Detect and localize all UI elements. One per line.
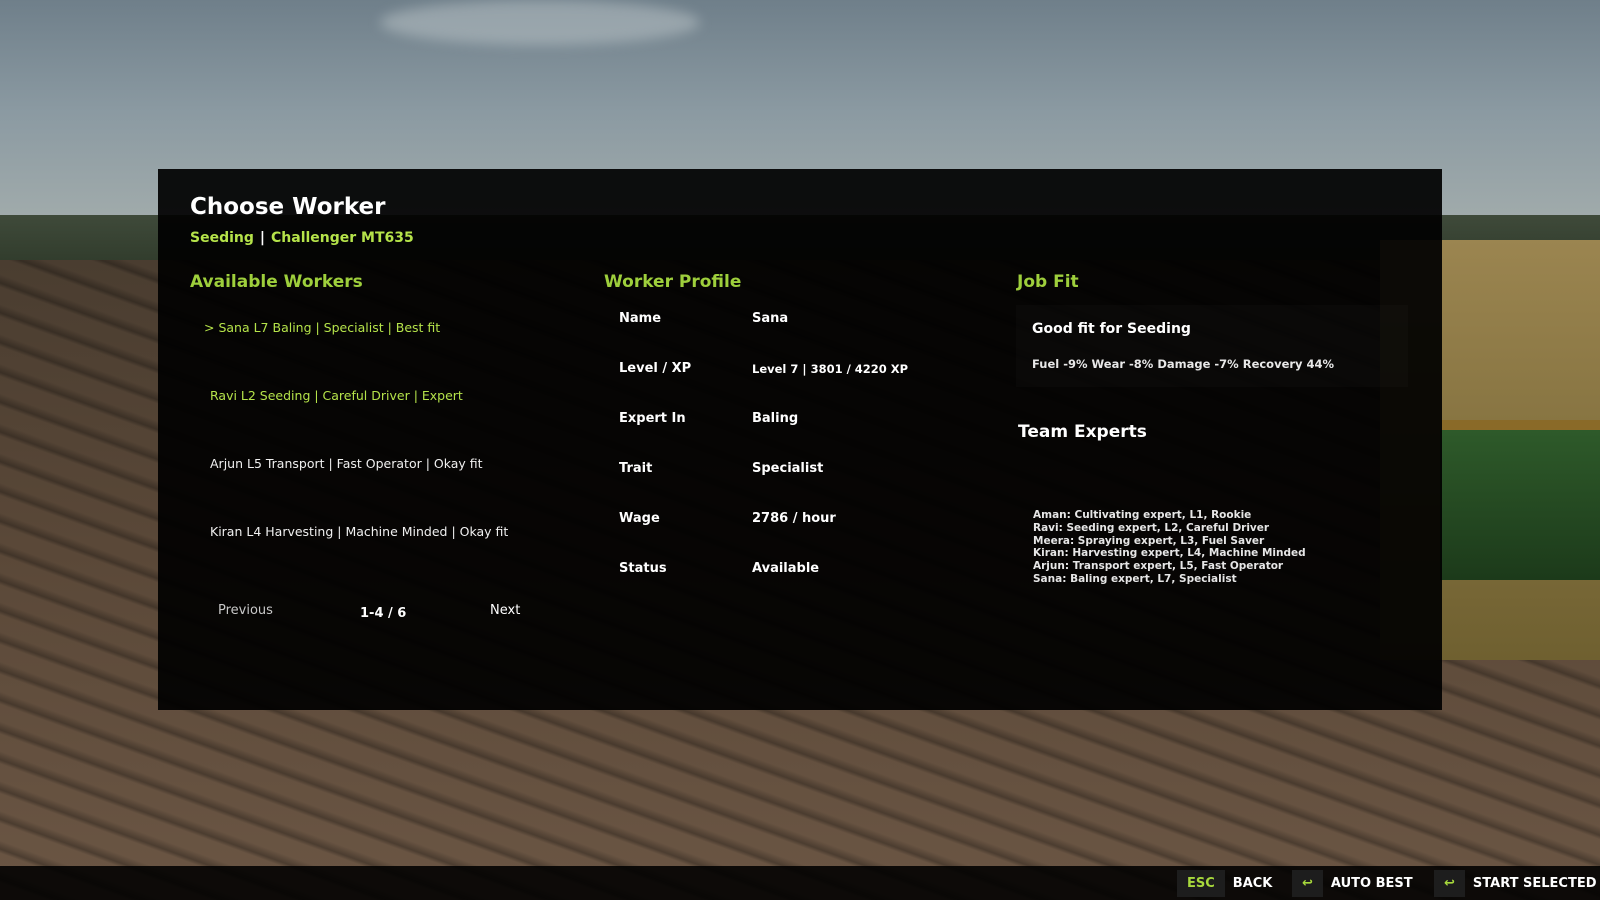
team-expert-item: Arjun: Transport expert, L5, Fast Operat… [1033, 560, 1284, 573]
worker-item-ravi[interactable]: Ravi L2 Seeding | Careful Driver | Exper… [204, 387, 564, 455]
start-selected-label: START SELECTED [1472, 875, 1597, 891]
job-fit-heading: Job Fit [1017, 272, 1079, 292]
profile-value: Specialist [752, 461, 824, 476]
available-workers-heading: Available Workers [190, 272, 363, 292]
profile-key: Wage [619, 511, 660, 526]
cloud [380, 0, 700, 45]
profile-row-expert: Expert In Baling [619, 411, 999, 461]
profile-key: Level / XP [619, 361, 692, 376]
input-hints-bar: ESC BACK ↩ AUTO BEST ↩ START SELECTED [0, 866, 1600, 900]
back-label: BACK [1232, 875, 1273, 891]
worker-pager: Previous 1-4 / 6 Next [218, 603, 528, 623]
page-title: Choose Worker [190, 194, 386, 220]
return-icon: ↩ [1292, 869, 1323, 897]
team-experts-list: Aman: Cultivating expert, L1, Rookie Rav… [1033, 509, 1306, 586]
job-task: Seeding [190, 230, 254, 246]
subtitle-separator: | [259, 230, 266, 246]
profile-value: 2786 / hour [752, 511, 836, 526]
auto-best-hint[interactable]: ↩ AUTO BEST [1292, 866, 1413, 900]
profile-row-trait: Trait Specialist [619, 461, 999, 511]
worker-profile: Name Sana Level / XP Level 7 | 3801 / 42… [619, 311, 999, 611]
auto-best-label: AUTO BEST [1330, 875, 1413, 891]
profile-value: Level 7 | 3801 / 4220 XP [752, 362, 909, 376]
team-expert-item: Meera: Spraying expert, L3, Fuel Saver [1033, 534, 1265, 547]
team-experts-heading: Team Experts [1018, 422, 1147, 442]
profile-row-name: Name Sana [619, 311, 999, 361]
team-expert-item: Kiran: Harvesting expert, L4, Machine Mi… [1033, 547, 1306, 560]
profile-key: Status [619, 561, 667, 576]
esc-key: ESC [1177, 869, 1225, 897]
worker-item-sana[interactable]: > Sana L7 Baling | Specialist | Best fit [204, 319, 564, 387]
team-expert-item: Ravi: Seeding expert, L2, Careful Driver [1033, 521, 1270, 534]
fit-summary: Good fit for Seeding [1032, 321, 1191, 337]
job-subtitle: Seeding | Challenger MT635 [190, 230, 414, 246]
profile-row-status: Status Available [619, 561, 999, 611]
worker-list: > Sana L7 Baling | Specialist | Best fit… [204, 319, 564, 591]
profile-value: Available [752, 561, 820, 576]
profile-key: Trait [619, 461, 653, 476]
team-expert-item: Sana: Baling expert, L7, Specialist [1033, 572, 1237, 585]
choose-worker-panel: Choose Worker Seeding | Challenger MT635 A… [158, 169, 1442, 710]
back-hint[interactable]: ESC BACK [1177, 866, 1272, 900]
start-selected-hint[interactable]: ↩ START SELECTED [1434, 866, 1597, 900]
team-expert-item: Aman: Cultivating expert, L1, Rookie [1033, 509, 1252, 521]
profile-value: Baling [752, 411, 799, 426]
job-fit-card: Good fit for Seeding Fuel -9% Wear -8% D… [1016, 305, 1408, 387]
worker-profile-heading: Worker Profile [604, 272, 742, 292]
previous-button[interactable]: Previous [218, 603, 273, 618]
next-button[interactable]: Next [490, 603, 520, 618]
seeder-machine [1440, 420, 1600, 580]
profile-key: Name [619, 311, 662, 326]
worker-item-kiran[interactable]: Kiran L4 Harvesting | Machine Minded | O… [204, 523, 564, 591]
profile-row-level: Level / XP Level 7 | 3801 / 4220 XP [619, 361, 999, 411]
job-vehicle: Challenger MT635 [271, 230, 414, 246]
fit-stats: Fuel -9% Wear -8% Damage -7% Recovery 44… [1032, 357, 1335, 371]
profile-row-wage: Wage 2786 / hour [619, 511, 999, 561]
profile-key: Expert In [619, 411, 686, 426]
page-count: 1-4 / 6 [360, 606, 407, 621]
profile-value: Sana [752, 311, 789, 326]
return-icon: ↩ [1434, 869, 1465, 897]
worker-item-arjun[interactable]: Arjun L5 Transport | Fast Operator | Oka… [204, 455, 564, 523]
